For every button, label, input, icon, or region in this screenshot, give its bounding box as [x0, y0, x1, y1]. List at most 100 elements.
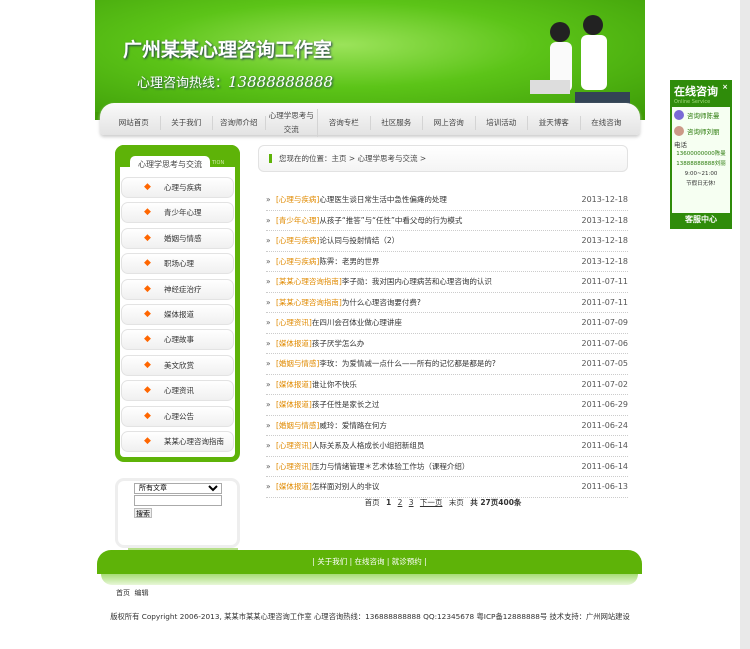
article-category[interactable]: [青少年心理]	[276, 216, 319, 225]
article-link[interactable]: [某某心理咨询指南]李子勋：我对国内心理病苦和心理咨询的认识	[276, 276, 582, 287]
article-link[interactable]: [青少年心理]从孩子“推答”与“任性”中看父母的行为模式	[276, 215, 582, 226]
article-title[interactable]: 压力与情绪管理＊艺术体验工作坊（课程介绍）	[312, 462, 470, 471]
article-category[interactable]: [婚姻与情感]	[276, 421, 319, 430]
search-category-select[interactable]: 所有文章	[134, 483, 222, 494]
qq-contact-1[interactable]: 咨询师陈曼	[672, 107, 730, 123]
article-category[interactable]: [心理资讯]	[276, 318, 312, 327]
search-input[interactable]	[134, 495, 222, 506]
article-row[interactable]: » [心理与疾病]陈霁：老男的世界 2013-12-18	[266, 252, 628, 272]
customer-center-button[interactable]: 客服中心	[672, 213, 730, 227]
article-link[interactable]: [某某心理咨询指南]为什么心理咨询要付费?	[276, 297, 582, 308]
article-row[interactable]: » [心理资讯]在四川会召体业做心理讲座 2011-07-09	[266, 313, 628, 334]
article-row[interactable]: » [心理与疾病]心理医生谈日常生活中急性偏瘫的处理 2013-12-18	[266, 190, 628, 211]
article-date: 2011-06-29	[581, 400, 629, 410]
article-link[interactable]: [婚姻与情感]李玫：为爱情减一点什么——所有的记忆都是都是的?	[276, 358, 582, 369]
article-link[interactable]: [媒体报道]怎样面对别人的非议	[276, 481, 582, 492]
nav-psychology[interactable]: 心理学思考与交流	[266, 109, 318, 137]
page-last[interactable]: 末页	[449, 498, 464, 507]
article-category[interactable]: [心理与疾病]	[276, 236, 319, 245]
article-category[interactable]: [媒体报道]	[276, 339, 312, 348]
article-category[interactable]: [媒体报道]	[276, 400, 312, 409]
sidebar-item[interactable]: ◆ 某某心理咨询指南	[121, 430, 234, 452]
nav-about[interactable]: 关于我们	[161, 116, 213, 130]
close-icon[interactable]: ×	[722, 83, 728, 91]
article-category[interactable]: [某某心理咨询指南]	[276, 277, 342, 286]
article-row[interactable]: » [媒体报道]孩子任性是家长之过 2011-06-29	[266, 395, 628, 416]
sidebar-item[interactable]: ◆ 媒体报道	[121, 303, 234, 325]
sidebar-item[interactable]: ◆ 神经症治疗	[121, 278, 234, 300]
article-category[interactable]: [心理与疾病]	[276, 257, 319, 266]
article-category[interactable]: [婚姻与情感]	[276, 359, 319, 368]
article-link[interactable]: [心理与疾病]陈霁：老男的世界	[276, 256, 582, 267]
article-row[interactable]: » [某某心理咨询指南]为什么心理咨询要付费? 2011-07-11	[266, 293, 628, 313]
page-2[interactable]: 2	[398, 498, 403, 507]
article-row[interactable]: » [媒体报道]孩子厌学怎么办 2011-07-06	[266, 334, 629, 354]
article-link[interactable]: [心理资讯]人际关系及人格成长小组招新组员	[276, 440, 582, 451]
sidebar-item[interactable]: ◆ 美文欣赏	[121, 354, 234, 376]
nav-counselors[interactable]: 咨询师介绍	[213, 116, 266, 130]
article-category[interactable]: [媒体报道]	[276, 482, 312, 491]
article-row[interactable]: » [心理与疾病]论认同与投射情结（2） 2013-12-18	[266, 231, 628, 252]
footer-link-edit[interactable]: 编辑	[134, 589, 148, 597]
article-category[interactable]: [心理资讯]	[276, 441, 312, 450]
article-title[interactable]: 在四川会召体业做心理讲座	[312, 318, 402, 327]
article-title[interactable]: 论认同与投射情结（2）	[319, 236, 399, 245]
nav-community[interactable]: 社区服务	[371, 116, 423, 130]
article-row[interactable]: » [心理资讯]人际关系及人格成长小组招新组员 2011-06-14	[266, 436, 628, 457]
article-link[interactable]: [心理资讯]压力与情绪管理＊艺术体验工作坊（课程介绍）	[276, 461, 582, 472]
nav-columns[interactable]: 咨询专栏	[318, 116, 371, 130]
nav-online-consult[interactable]: 网上咨询	[423, 116, 476, 130]
article-link[interactable]: [心理与疾病]心理医生谈日常生活中急性偏瘫的处理	[276, 194, 582, 205]
sidebar-item[interactable]: ◆ 心理资讯	[121, 380, 234, 402]
article-title[interactable]: 心理医生谈日常生活中急性偏瘫的处理	[319, 195, 447, 204]
article-row[interactable]: » [婚姻与情感]威玲：爱情路在何方 2011-06-24	[266, 416, 628, 436]
article-row[interactable]: » [媒体报道]怎样面对别人的非议 2011-06-13	[266, 477, 628, 498]
qq-contact-2[interactable]: 咨询师刘丽	[672, 123, 730, 139]
article-title[interactable]: 人际关系及人格成长小组招新组员	[312, 441, 425, 450]
article-title[interactable]: 怎样面对别人的非议	[312, 482, 380, 491]
article-title[interactable]: 威玲：爱情路在何方	[319, 421, 387, 430]
article-link[interactable]: [媒体报道]孩子任性是家长之过	[276, 399, 582, 410]
nav-home[interactable]: 网站首页	[108, 116, 161, 130]
bullet-icon: ◆	[144, 232, 151, 243]
sidebar-item[interactable]: ◆ 婚姻与情感	[121, 227, 234, 249]
sidebar-item[interactable]: ◆ 心理公告	[121, 405, 234, 427]
article-title[interactable]: 谁让你不快乐	[312, 380, 357, 389]
article-title[interactable]: 从孩子“推答”与“任性”中看父母的行为模式	[319, 216, 462, 225]
article-title[interactable]: 李玫：为爱情减一点什么——所有的记忆都是都是的?	[319, 359, 495, 368]
article-category[interactable]: [心理资讯]	[276, 462, 312, 471]
article-date: 2011-07-06	[581, 338, 629, 348]
article-link[interactable]: [媒体报道]孩子厌学怎么办	[276, 338, 582, 349]
nav-training[interactable]: 培训活动	[476, 116, 528, 130]
page-first[interactable]: 首页	[365, 498, 380, 507]
page-3[interactable]: 3	[409, 498, 414, 507]
article-row[interactable]: » [媒体报道]谁让你不快乐 2011-07-02	[266, 375, 628, 395]
sidebar-item[interactable]: ◆ 心理与疾病	[121, 177, 234, 198]
nav-blog[interactable]: 益天博客	[528, 116, 581, 130]
search-button[interactable]: 搜索	[134, 508, 152, 518]
article-link[interactable]: [媒体报道]谁让你不快乐	[276, 379, 582, 390]
article-row[interactable]: » [某某心理咨询指南]李子勋：我对国内心理病苦和心理咨询的认识 2011-07-1…	[266, 272, 628, 293]
footer-link-home[interactable]: 首页	[116, 589, 130, 597]
article-category[interactable]: [媒体报道]	[276, 380, 312, 389]
sidebar-item[interactable]: ◆ 职场心理	[121, 253, 234, 275]
article-row[interactable]: » [心理资讯]压力与情绪管理＊艺术体验工作坊（课程介绍） 2011-06-14	[266, 457, 628, 477]
article-link[interactable]: [心理与疾病]论认同与投射情结（2）	[276, 235, 582, 246]
article-row[interactable]: » [婚姻与情感]李玫：为爱情减一点什么——所有的记忆都是都是的? 2011-07-…	[266, 354, 628, 375]
sidebar-item[interactable]: ◆ 青少年心理	[121, 202, 234, 224]
page-next[interactable]: 下一页	[420, 498, 443, 507]
sidebar-item[interactable]: ◆ 心理故事	[121, 329, 234, 351]
article-date: 2011-06-13	[581, 482, 629, 492]
article-title[interactable]: 李子勋：我对国内心理病苦和心理咨询的认识	[342, 277, 492, 286]
article-category[interactable]: [心理与疾病]	[276, 195, 319, 204]
article-title[interactable]: 陈霁：老男的世界	[319, 257, 379, 266]
article-title[interactable]: 为什么心理咨询要付费?	[342, 298, 421, 307]
article-category[interactable]: [某某心理咨询指南]	[276, 298, 342, 307]
nav-online[interactable]: 在线咨询	[581, 116, 633, 130]
article-title[interactable]: 孩子厌学怎么办	[312, 339, 365, 348]
article-link[interactable]: [婚姻与情感]威玲：爱情路在何方	[276, 420, 582, 431]
article-link[interactable]: [心理资讯]在四川会召体业做心理讲座	[276, 317, 582, 328]
article-row[interactable]: » [青少年心理]从孩子“推答”与“任性”中看父母的行为模式 2013-12-18	[266, 211, 628, 231]
footer-nav[interactable]: | 关于我们 | 在线咨询 | 就诊预约 |	[97, 550, 642, 574]
article-title[interactable]: 孩子任性是家长之过	[312, 400, 380, 409]
